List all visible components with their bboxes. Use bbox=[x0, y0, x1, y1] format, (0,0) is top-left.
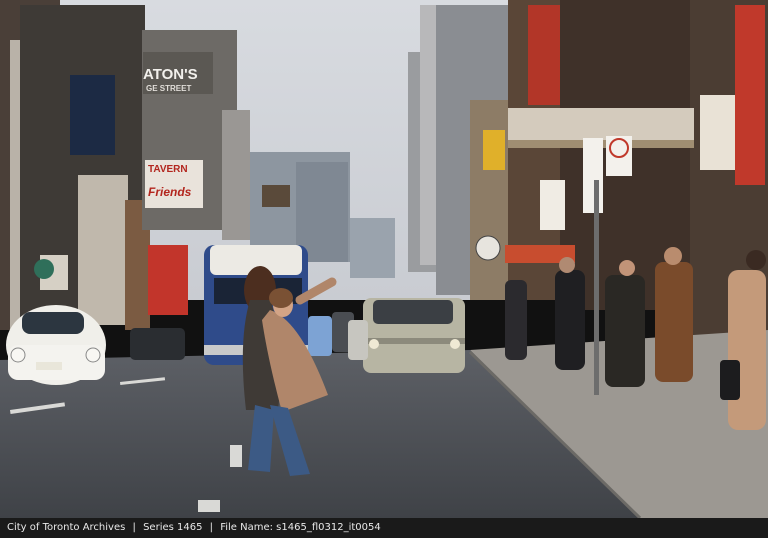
caption-file-name: File Name: s1465_fl0312_it0054 bbox=[220, 522, 381, 533]
street-scene: ATON'S GE STREET TAVERN Friends bbox=[0, 0, 768, 518]
white-beetle-car bbox=[6, 305, 106, 385]
caption-separator: | bbox=[132, 522, 136, 533]
tavern-sign-line2: Friends bbox=[148, 185, 192, 199]
tavern-sign-line1: TAVERN bbox=[148, 164, 188, 175]
sign-pole bbox=[594, 180, 599, 395]
archive-photo-frame: ATON'S GE STREET TAVERN Friends City of … bbox=[0, 0, 768, 538]
caption-separator: | bbox=[209, 522, 214, 533]
beige-sedan bbox=[363, 298, 465, 373]
caption-archive-name: City of Toronto Archives bbox=[7, 522, 126, 533]
eatons-sign-line1: ATON'S bbox=[143, 66, 198, 83]
street-photograph: ATON'S GE STREET TAVERN Friends bbox=[0, 0, 768, 518]
eatons-sign-line2: GE STREET bbox=[146, 84, 191, 93]
caption-series: Series 1465 bbox=[143, 522, 203, 533]
archive-caption-bar: City of Toronto Archives | Series 1465 |… bbox=[0, 518, 768, 538]
